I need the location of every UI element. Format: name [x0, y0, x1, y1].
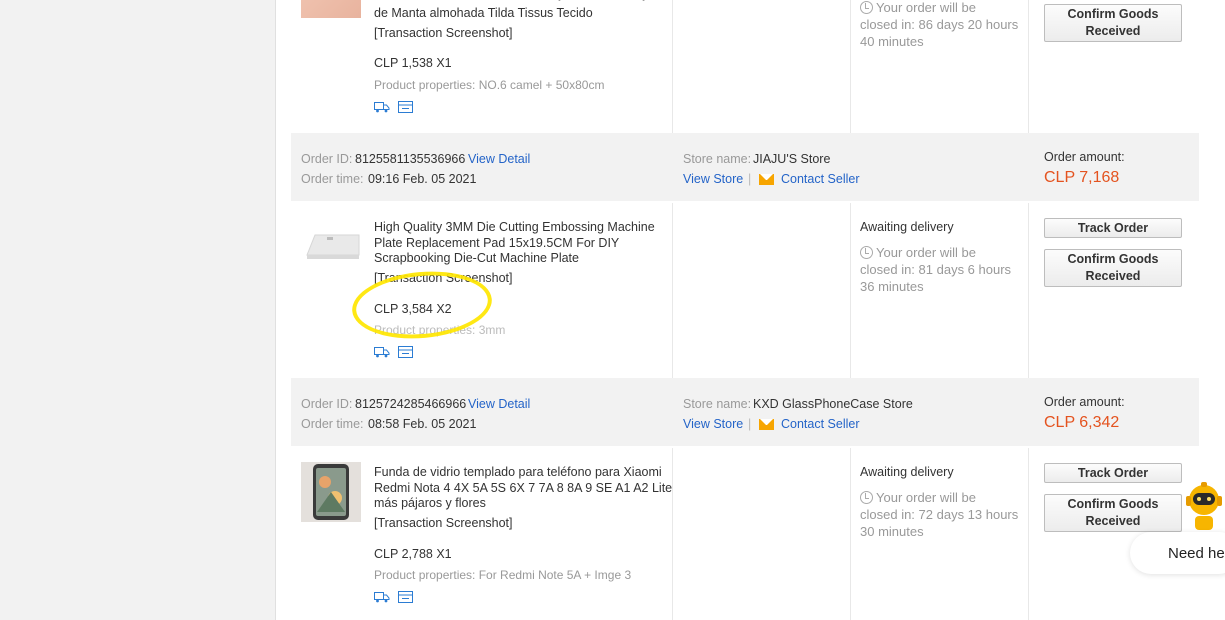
column-divider	[850, 448, 851, 620]
chat-assistant-robot-icon[interactable]	[1180, 480, 1225, 530]
product-thumbnail[interactable]	[301, 462, 361, 522]
mail-icon[interactable]	[759, 419, 774, 430]
column-divider	[850, 0, 851, 133]
order-status: Awaiting delivery	[860, 220, 954, 234]
shipping-icon[interactable]	[374, 591, 390, 603]
store-name-label: Store name:	[683, 397, 752, 411]
view-detail-link[interactable]: View Detail	[468, 152, 530, 166]
receipt-icon[interactable]	[398, 101, 414, 113]
order-time-value: 08:58 Feb. 05 2021	[368, 417, 477, 431]
order-amount-label: Order amount:	[1044, 395, 1125, 409]
order-status-countdown: Your order will be closed in: 81 days 6 …	[860, 245, 1012, 294]
order-status-countdown: Your order will be closed in: 86 days 20…	[860, 0, 1019, 49]
link-separator: |	[748, 417, 752, 431]
product-title[interactable]: High Quality 3MM Die Cutting Embossing M…	[374, 220, 674, 267]
column-divider	[850, 203, 851, 378]
confirm-goods-received-button[interactable]: Confirm Goods Received	[1044, 249, 1182, 287]
shipping-icon[interactable]	[374, 101, 390, 113]
product-properties: Product properties: NO.6 camel + 50x80cm	[374, 78, 605, 92]
product-title-cut[interactable]: Funda de almohada de tela de rayas de ca…	[374, 0, 669, 5]
store-name-label: Store name:	[683, 152, 752, 166]
view-store-link[interactable]: View Store	[683, 172, 743, 186]
order-status-countdown: Your order will be closed in: 72 days 13…	[860, 490, 1019, 539]
product-price: CLP 2,788 X1	[374, 547, 452, 561]
column-divider	[672, 0, 673, 133]
order-id-label: Order ID:	[301, 397, 353, 411]
order-id-value: 8125724285466966	[355, 397, 467, 411]
contact-seller-link[interactable]: Contact Seller	[781, 172, 860, 186]
clock-icon	[860, 1, 873, 14]
view-detail-link[interactable]: View Detail	[468, 397, 530, 411]
order-amount-value: CLP 7,168	[1044, 169, 1120, 186]
mail-icon[interactable]	[759, 174, 774, 185]
order-id-label: Order ID:	[301, 152, 353, 166]
order-header	[291, 133, 1199, 201]
link-separator: |	[748, 172, 752, 186]
receipt-icon[interactable]	[398, 346, 414, 358]
clock-icon	[860, 491, 873, 504]
receipt-icon[interactable]	[398, 591, 414, 603]
confirm-goods-received-button[interactable]: Confirm Goods Received	[1044, 494, 1182, 532]
product-title[interactable]: Funda de vidrio templado para teléfono p…	[374, 465, 674, 512]
store-name-value[interactable]: KXD GlassPhoneCase Store	[753, 397, 913, 411]
transaction-screenshot-link[interactable]: [Transaction Screenshot]	[374, 516, 513, 530]
order-time-label: Order time:	[301, 417, 364, 431]
clock-icon	[860, 246, 873, 259]
product-thumbnail[interactable]	[301, 215, 361, 275]
track-order-button[interactable]: Track Order	[1044, 463, 1182, 483]
order-header	[291, 378, 1199, 446]
order-time-label: Order time:	[301, 172, 364, 186]
product-properties: Product properties: For Redmi Note 5A + …	[374, 568, 632, 582]
order-amount-value: CLP 6,342	[1044, 414, 1120, 431]
product-title[interactable]: de Manta almohada Tilda Tissus Tecido	[374, 6, 593, 20]
order-amount-label: Order amount:	[1044, 150, 1125, 164]
product-thumbnail[interactable]	[301, 0, 361, 18]
shipping-icon[interactable]	[374, 346, 390, 358]
track-order-button[interactable]: Track Order	[1044, 218, 1182, 238]
contact-seller-link[interactable]: Contact Seller	[781, 417, 860, 431]
confirm-goods-received-button[interactable]: Confirm Goods Received	[1044, 4, 1182, 42]
product-price: CLP 1,538 X1	[374, 56, 452, 70]
chat-bubble-text[interactable]: Need he	[1168, 545, 1225, 562]
order-id-value: 8125581135536966	[355, 152, 466, 166]
order-time-value: 09:16 Feb. 05 2021	[368, 172, 477, 186]
transaction-screenshot-link[interactable]: [Transaction Screenshot]	[374, 26, 513, 40]
order-status: Awaiting delivery	[860, 465, 954, 479]
store-name-value[interactable]: JIAJU'S Store	[753, 152, 830, 166]
view-store-link[interactable]: View Store	[683, 417, 743, 431]
